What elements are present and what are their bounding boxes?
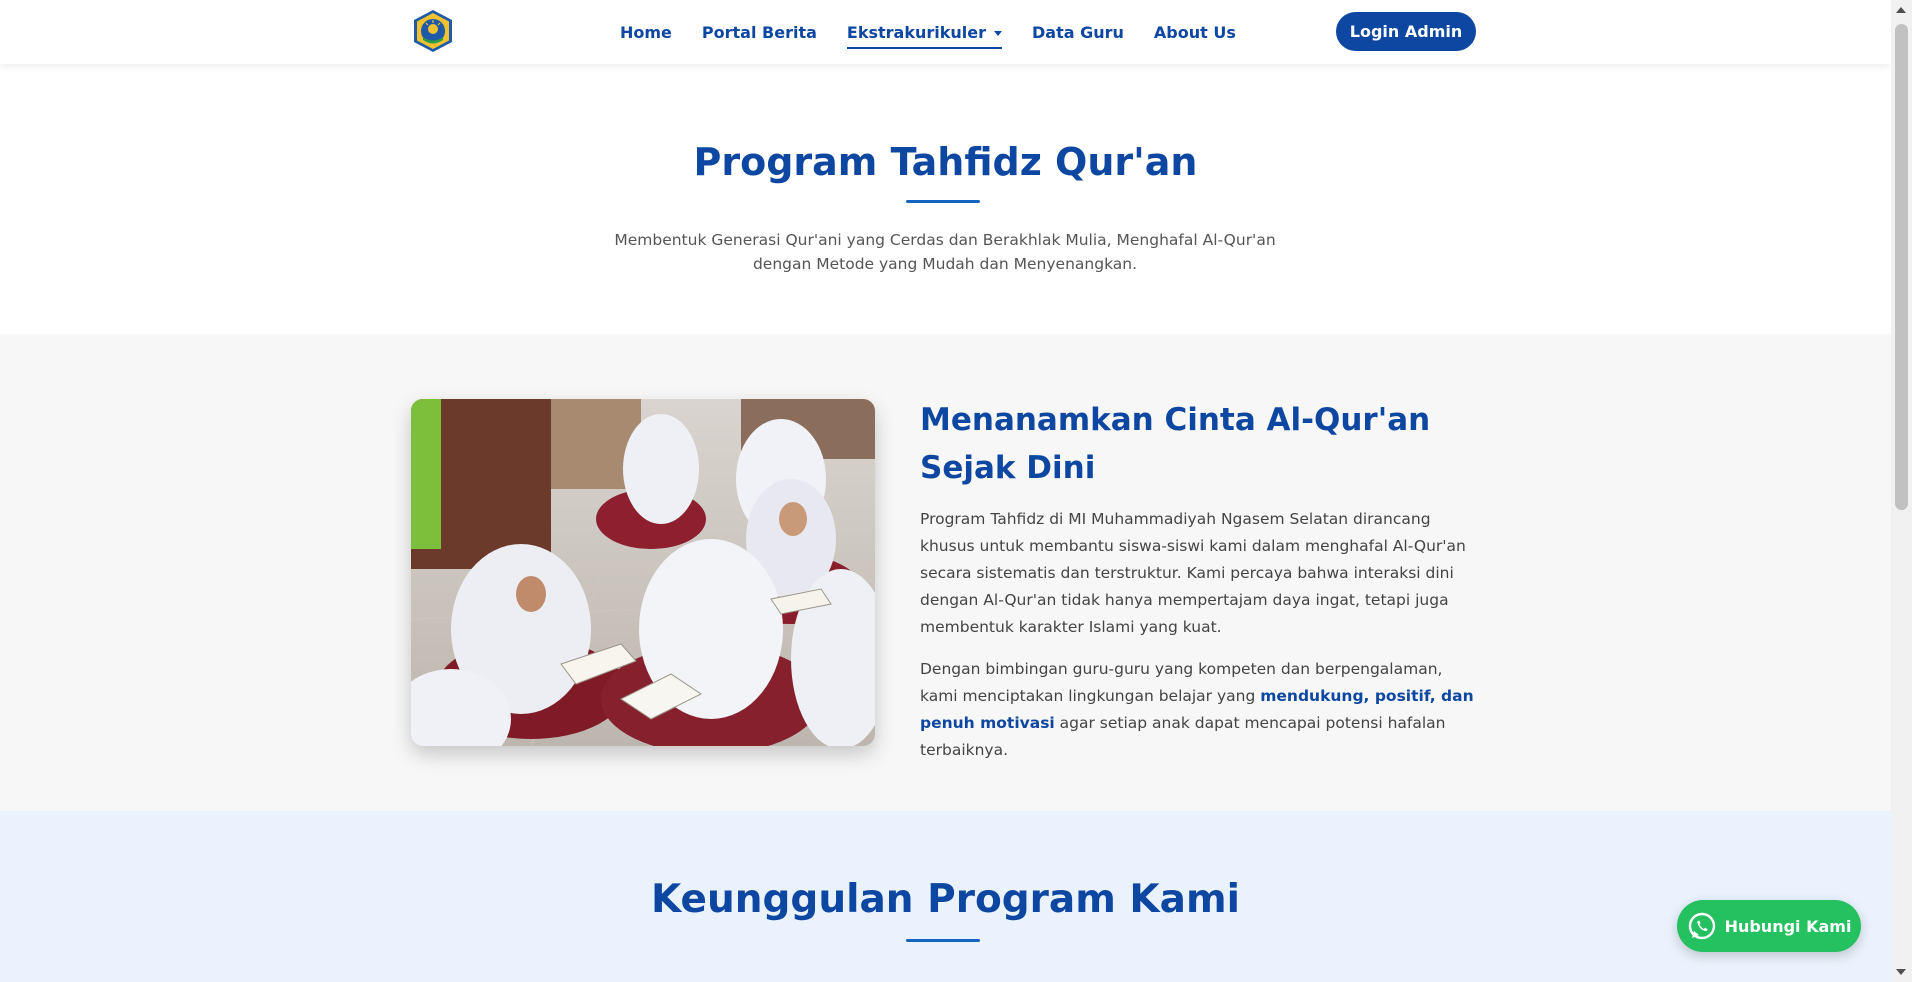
scrollbar-thumb[interactable] bbox=[1895, 24, 1908, 510]
nav-portal-berita[interactable]: Portal Berita bbox=[702, 23, 817, 42]
nav-ekstrakurikuler[interactable]: Ekstrakurikuler bbox=[846, 22, 1003, 49]
nav-about-us[interactable]: About Us bbox=[1154, 23, 1236, 42]
main-nav: Home Portal Berita Ekstrakurikuler Data … bbox=[620, 0, 1266, 64]
nav-home[interactable]: Home bbox=[620, 23, 672, 42]
page-subtitle: Membentuk Generasi Qur'ani yang Cerdas d… bbox=[614, 231, 1276, 273]
advantages-title: Keunggulan Program Kami bbox=[651, 877, 1240, 922]
page: Home Portal Berita Ekstrakurikuler Data … bbox=[0, 0, 1891, 982]
page-scrollbar[interactable] bbox=[1891, 0, 1912, 982]
about-section: Menanamkan Cinta Al-Qur'an Sejak Dini Pr… bbox=[0, 334, 1891, 811]
hero-section: Program Tahfidz Qur'an Membentuk Generas… bbox=[0, 64, 1891, 334]
login-admin-button[interactable]: Login Admin bbox=[1336, 12, 1476, 51]
scroll-down-icon[interactable] bbox=[1896, 969, 1906, 975]
nav-ekstrakurikuler-label: Ekstrakurikuler bbox=[846, 22, 986, 42]
whatsapp-icon bbox=[1688, 912, 1715, 940]
caret-down-icon bbox=[993, 30, 1002, 36]
whatsapp-button-label: Hubungi Kami bbox=[1724, 916, 1852, 936]
advantages-section: Keunggulan Program Kami bbox=[0, 811, 1891, 982]
title-underline bbox=[906, 200, 980, 203]
whatsapp-contact-button[interactable]: Hubungi Kami bbox=[1677, 900, 1861, 952]
school-emblem-icon[interactable] bbox=[411, 9, 455, 53]
about-paragraph-2: Dengan bimbingan guru-guru yang kompeten… bbox=[920, 656, 1480, 764]
about-paragraph-1: Program Tahfidz di MI Muhammadiyah Ngase… bbox=[920, 510, 1466, 636]
navbar: Home Portal Berita Ekstrakurikuler Data … bbox=[0, 0, 1891, 64]
about-title: Menanamkan Cinta Al-Qur'an Sejak Dini bbox=[920, 402, 1431, 486]
nav-data-guru[interactable]: Data Guru bbox=[1032, 23, 1124, 42]
page-title: Program Tahfidz Qur'an bbox=[693, 140, 1198, 184]
advantages-title-underline bbox=[906, 939, 980, 942]
students-reading-photo bbox=[411, 399, 875, 746]
scroll-up-icon[interactable] bbox=[1896, 7, 1906, 13]
